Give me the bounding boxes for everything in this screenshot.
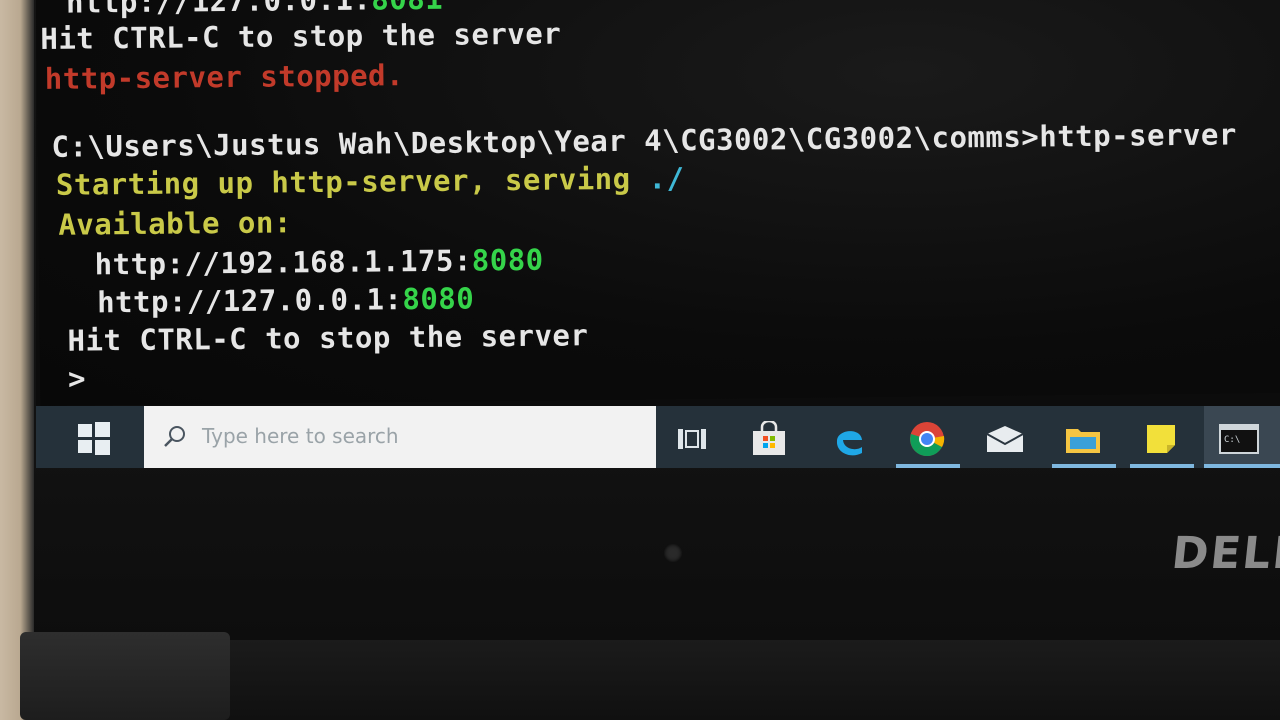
- terminal-text: 8081: [371, 0, 443, 16]
- terminal-text: Hit CTRL-C to stop the server: [67, 318, 589, 358]
- chrome-running-indicator: [896, 464, 960, 468]
- terminal-text: http://127.0.0.1:: [65, 0, 372, 20]
- chrome-icon[interactable]: [906, 418, 948, 460]
- terminal-line: http-server stopped.: [45, 58, 405, 96]
- search-placeholder: Type here to search: [202, 424, 399, 448]
- terminal-window[interactable]: http://127.0.0.1:8081Hit CTRL-C to stop …: [36, 0, 1280, 406]
- webcam: [664, 544, 682, 562]
- terminal-text: 8080: [471, 242, 544, 278]
- terminal-line: http://127.0.0.1:8080: [60, 281, 475, 320]
- terminal-text: 8080: [402, 281, 475, 317]
- terminal-text: http-server stopped.: [44, 58, 405, 96]
- taskbar: Type here to search C:\: [36, 406, 1280, 468]
- terminal-line: Starting up http-server, serving ./: [56, 161, 685, 202]
- terminal-text: Starting up http-server, serving: [55, 161, 649, 202]
- terminal-line: Hit CTRL-C to stop the server: [40, 17, 561, 56]
- file-explorer-icon[interactable]: [1062, 418, 1104, 460]
- terminal-text: Available on:: [58, 205, 293, 242]
- search-icon: [164, 426, 185, 447]
- mail-icon[interactable]: [984, 418, 1026, 460]
- command-prompt-icon: C:\: [1218, 418, 1260, 460]
- task-view-icon[interactable]: [672, 418, 714, 460]
- sticky-notes-icon[interactable]: [1140, 418, 1182, 460]
- svg-text:C:\: C:\: [1224, 435, 1240, 445]
- active-app-tile[interactable]: C:\: [1204, 406, 1280, 468]
- terminal-line: http://192.168.1.175:8080: [59, 243, 544, 282]
- terminal-line: http://127.0.0.1:8081: [66, 0, 443, 20]
- start-button[interactable]: [76, 420, 112, 456]
- laptop-screen: http://127.0.0.1:8081Hit CTRL-C to stop …: [36, 0, 1280, 468]
- hinge-cap: [20, 632, 230, 720]
- terminal-line: Available on:: [58, 205, 292, 241]
- terminal-line: C:\Users\Justus Wah\Desktop\Year 4\CG300…: [51, 117, 1237, 163]
- terminal-text: http://127.0.0.1:: [60, 282, 403, 320]
- search-box[interactable]: Type here to search: [144, 406, 656, 468]
- terminal-text: C:\Users\Justus Wah\Desktop\Year 4\CG300…: [51, 117, 1237, 164]
- terminal-text: ./: [648, 161, 685, 196]
- terminal-line: >: [68, 361, 86, 395]
- sticky-running-indicator: [1130, 464, 1194, 468]
- explorer-running-indicator: [1052, 464, 1116, 468]
- edge-icon[interactable]: [828, 418, 870, 460]
- terminal-line: Hit CTRL-C to stop the server: [67, 318, 588, 357]
- terminal-text: >: [67, 361, 87, 396]
- brand-logo: DELL: [1169, 528, 1280, 579]
- desk-surface: [0, 0, 34, 720]
- cmd-running-indicator: [1204, 464, 1280, 468]
- terminal-text: http://192.168.1.175:: [58, 243, 473, 282]
- terminal-text: Hit CTRL-C to stop the server: [40, 16, 562, 56]
- store-icon[interactable]: [748, 418, 790, 460]
